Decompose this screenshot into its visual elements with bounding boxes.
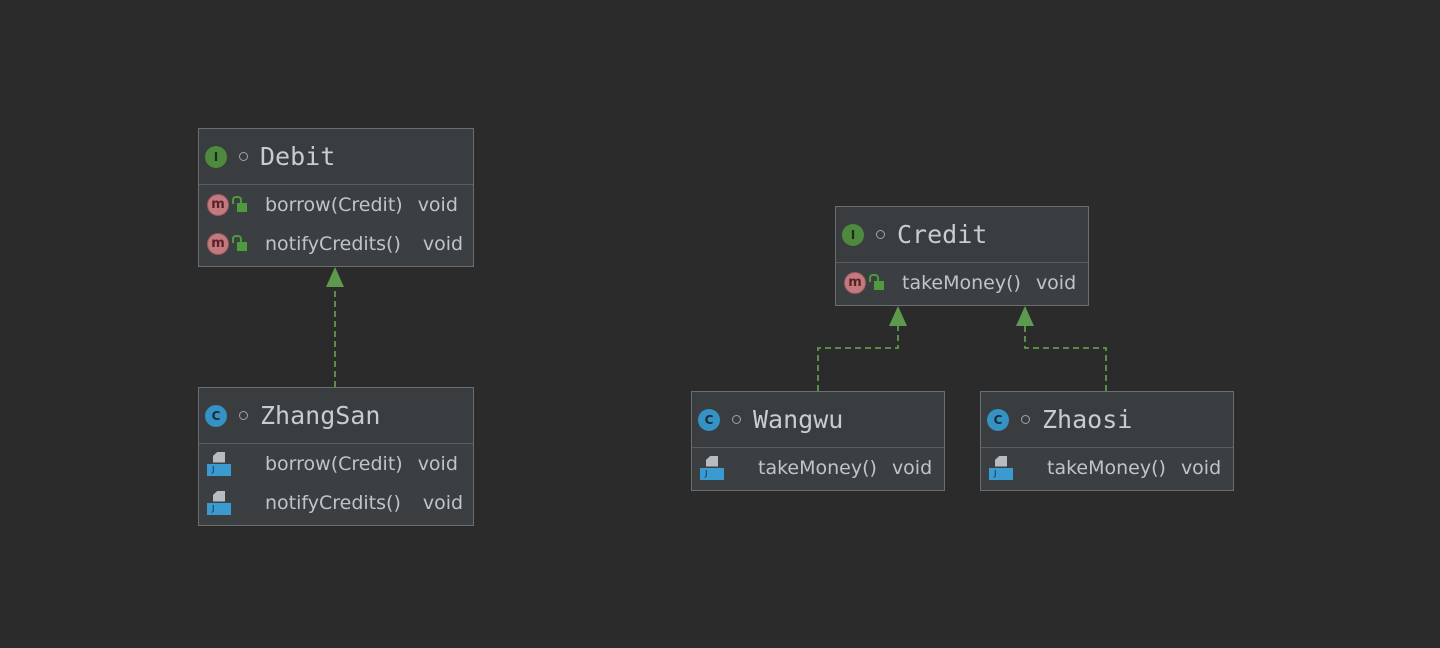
method-row[interactable]: J takeMoney() void bbox=[692, 448, 944, 487]
method-row[interactable]: J borrow(Credit) void bbox=[199, 444, 473, 483]
node-header: C Wangwu bbox=[692, 392, 944, 448]
method-row[interactable]: m takeMoney() void bbox=[836, 263, 1088, 302]
public-lock-icon bbox=[869, 274, 884, 290]
visibility-dot-icon bbox=[1021, 415, 1030, 424]
method-signature: notifyCredits() bbox=[265, 232, 401, 255]
node-title: Credit bbox=[897, 220, 988, 249]
implementing-method-icon: J bbox=[989, 455, 1013, 480]
method-return-type: void bbox=[1180, 456, 1222, 479]
implementing-method-icon: J bbox=[207, 490, 231, 515]
implementing-method-icon: J bbox=[700, 455, 724, 480]
interface-icon: I bbox=[842, 223, 864, 246]
node-header: C Zhaosi bbox=[981, 392, 1233, 448]
node-header: I Debit bbox=[199, 129, 473, 185]
method-signature: borrow(Credit) bbox=[265, 193, 403, 216]
visibility-dot-icon bbox=[732, 415, 741, 424]
method-icon: m bbox=[207, 193, 229, 216]
method-return-type: void bbox=[417, 452, 458, 475]
node-header: I Credit bbox=[836, 207, 1088, 263]
node-title: Zhaosi bbox=[1042, 405, 1133, 434]
public-lock-icon bbox=[232, 196, 247, 212]
node-title: Wangwu bbox=[753, 405, 844, 434]
visibility-dot-icon bbox=[876, 230, 885, 239]
class-icon: C bbox=[698, 408, 720, 431]
method-return-type: void bbox=[422, 491, 464, 514]
interface-icon: I bbox=[205, 145, 227, 168]
class-node-wangwu[interactable]: C Wangwu J takeMoney() void bbox=[691, 391, 945, 491]
edge-zhaosi-credit bbox=[1024, 325, 1107, 391]
class-icon: C bbox=[205, 404, 227, 427]
method-return-type: void bbox=[891, 456, 933, 479]
visibility-dot-icon bbox=[239, 411, 248, 420]
class-node-zhangsan[interactable]: C ZhangSan J borrow(Credit) void J notif… bbox=[198, 387, 474, 526]
edge-wangwu-credit bbox=[817, 325, 899, 391]
method-row[interactable]: m borrow(Credit) void bbox=[199, 185, 473, 224]
method-row[interactable]: J notifyCredits() void bbox=[199, 483, 473, 522]
node-title: ZhangSan bbox=[260, 401, 381, 430]
method-signature: takeMoney() bbox=[902, 271, 1021, 294]
node-header: C ZhangSan bbox=[199, 388, 473, 444]
class-icon: C bbox=[987, 408, 1009, 431]
method-return-type: void bbox=[417, 193, 458, 216]
class-node-zhaosi[interactable]: C Zhaosi J takeMoney() void bbox=[980, 391, 1234, 491]
arrowhead-credit-right bbox=[1016, 306, 1034, 326]
public-lock-icon bbox=[232, 235, 247, 251]
edges-layer bbox=[326, 267, 1107, 391]
interface-node-credit[interactable]: I Credit m takeMoney() void bbox=[835, 206, 1089, 306]
interface-node-debit[interactable]: I Debit m borrow(Credit) void m notifyCr… bbox=[198, 128, 474, 267]
implementing-method-icon: J bbox=[207, 451, 231, 476]
visibility-dot-icon bbox=[239, 152, 248, 161]
arrowhead-debit bbox=[326, 267, 344, 287]
method-row[interactable]: J takeMoney() void bbox=[981, 448, 1233, 487]
method-return-type: void bbox=[1035, 271, 1077, 294]
method-signature: takeMoney() bbox=[1047, 456, 1166, 479]
method-signature: notifyCredits() bbox=[265, 491, 401, 514]
method-signature: takeMoney() bbox=[758, 456, 877, 479]
method-icon: m bbox=[844, 271, 866, 294]
node-title: Debit bbox=[260, 142, 336, 171]
method-return-type: void bbox=[422, 232, 464, 255]
method-signature: borrow(Credit) bbox=[265, 452, 403, 475]
method-icon: m bbox=[207, 232, 229, 255]
arrowhead-credit-left bbox=[889, 306, 907, 326]
method-row[interactable]: m notifyCredits() void bbox=[199, 224, 473, 263]
